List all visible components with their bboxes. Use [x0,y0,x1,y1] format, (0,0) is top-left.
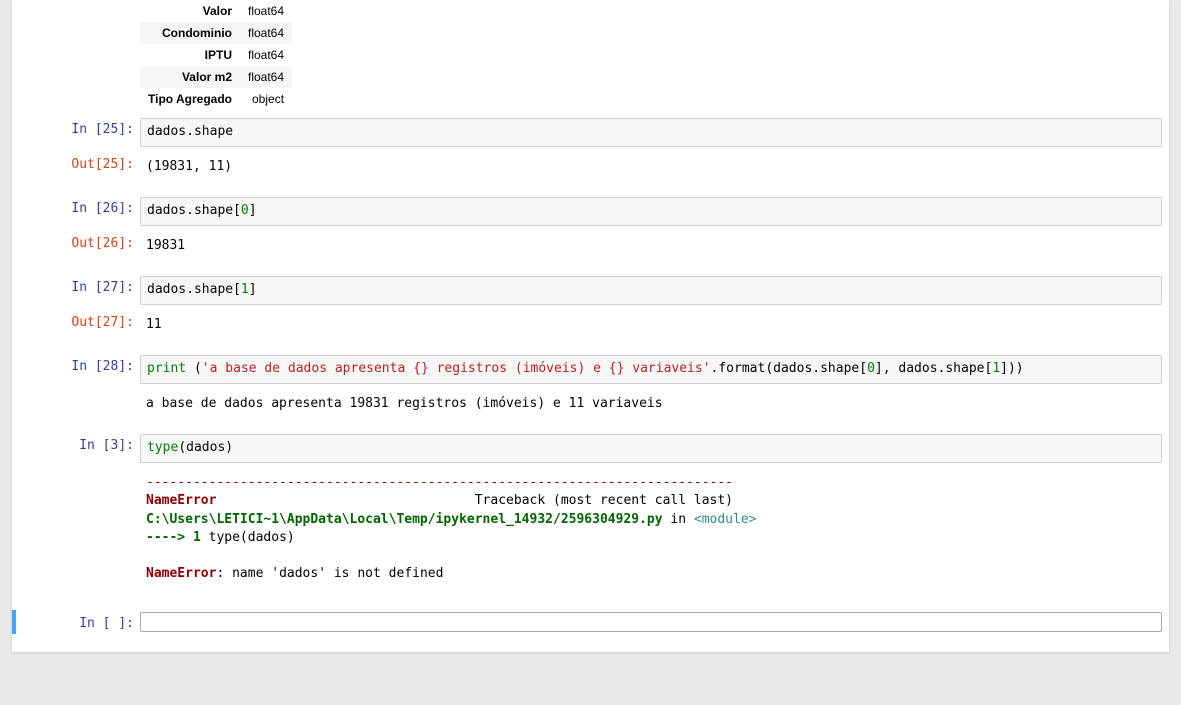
code-input[interactable] [140,612,1162,632]
out-prompt [12,469,140,588]
output-text: a base de dados apresenta 19831 registro… [140,390,1162,418]
cell-28-output: a base de dados apresenta 19831 registro… [12,388,1169,420]
dtype-output: Valorfloat64Condominiofloat64IPTUfloat64… [12,0,1169,114]
code-input[interactable]: dados.shape [140,118,1162,147]
code-input[interactable]: dados.shape[1] [140,276,1162,305]
in-prompt: In [28]: [12,355,140,384]
cell-3-input[interactable]: In [3]: type(dados) [12,432,1169,465]
dtype-row-value: float64 [240,66,292,88]
in-prompt: In [26]: [12,197,140,226]
dtype-row-name: Condominio [140,22,240,44]
in-prompt: In [27]: [12,276,140,305]
cell-28-input[interactable]: In [28]: print ('a base de dados apresen… [12,353,1169,386]
notebook-page: Valorfloat64Condominiofloat64IPTUfloat64… [12,0,1169,652]
in-prompt: In [ ]: [16,612,140,632]
cell-empty-input[interactable]: In [ ]: [12,610,1169,634]
out-prompt: Out[27]: [12,311,140,339]
cell-3-error: ----------------------------------------… [12,467,1169,590]
cell-25-input[interactable]: In [25]: dados.shape [12,116,1169,149]
error-output: ----------------------------------------… [140,469,1162,588]
cell-27-output: Out[27]: 11 [12,309,1169,341]
dtype-row-name: Valor m2 [140,66,240,88]
table-row: Tipo Agregadoobject [140,88,292,110]
out-prompt: Out[26]: [12,232,140,260]
dtype-row-value: float64 [240,0,292,22]
dtype-row-name: Valor [140,0,240,22]
code-input[interactable]: dados.shape[0] [140,197,1162,226]
dtype-row-value: float64 [240,44,292,66]
code-input[interactable]: type(dados) [140,434,1162,463]
output-text: 11 [140,311,1162,339]
dtype-table: Valorfloat64Condominiofloat64IPTUfloat64… [140,0,292,110]
in-prompt: In [25]: [12,118,140,147]
table-row: Condominiofloat64 [140,22,292,44]
dtype-row-name: Tipo Agregado [140,88,240,110]
in-prompt: In [3]: [12,434,140,463]
output-text: 19831 [140,232,1162,260]
output-text: (19831, 11) [140,153,1162,181]
cell-26-input[interactable]: In [26]: dados.shape[0] [12,195,1169,228]
cell-25-output: Out[25]: (19831, 11) [12,151,1169,183]
dtype-row-name: IPTU [140,44,240,66]
out-prompt [12,390,140,418]
table-row: Valor m2float64 [140,66,292,88]
table-row: IPTUfloat64 [140,44,292,66]
cell-27-input[interactable]: In [27]: dados.shape[1] [12,274,1169,307]
table-row: Valorfloat64 [140,0,292,22]
dtype-row-value: float64 [240,22,292,44]
code-input[interactable]: print ('a base de dados apresenta {} reg… [140,355,1162,384]
cell-26-output: Out[26]: 19831 [12,230,1169,262]
dtype-row-value: object [240,88,292,110]
out-prompt: Out[25]: [12,153,140,181]
